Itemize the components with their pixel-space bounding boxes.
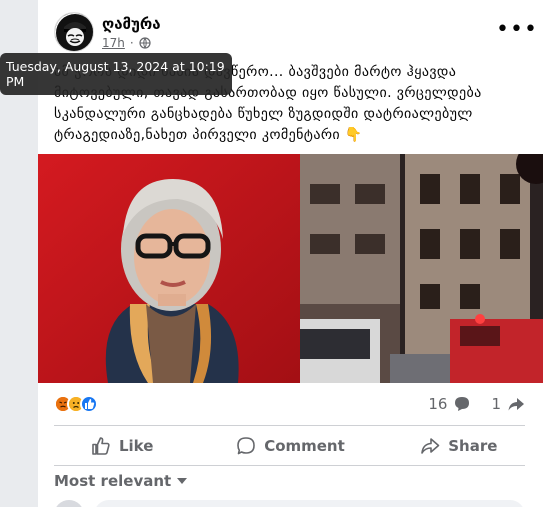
share-arrow-icon bbox=[507, 395, 525, 413]
photo-woman-portrait[interactable] bbox=[38, 154, 300, 383]
comment-count[interactable]: 16 bbox=[428, 395, 447, 413]
thumbs-up-icon bbox=[92, 437, 110, 455]
photo-damaged-building[interactable] bbox=[300, 154, 543, 383]
page-avatar[interactable] bbox=[54, 12, 94, 52]
sort-label: Most relevant bbox=[54, 472, 172, 490]
woman-portrait-illustration bbox=[38, 154, 300, 383]
share-count[interactable]: 1 bbox=[491, 395, 501, 413]
facebook-feed: ღამურა 17h · ••• ამ ჭორს დიდი ხანია დავწ… bbox=[0, 0, 543, 507]
comment-sort-dropdown[interactable]: Most relevant bbox=[54, 472, 188, 490]
post-meta: 17h · bbox=[102, 36, 151, 50]
engagement-counts: 16 1 bbox=[428, 395, 525, 413]
share-label: Share bbox=[448, 437, 498, 455]
like-label: Like bbox=[118, 437, 154, 455]
post-actions: Like Comment Share bbox=[38, 428, 543, 464]
comment-label: Comment bbox=[264, 437, 345, 455]
timestamp-tooltip: Tuesday, August 13, 2024 at 10:19 PM bbox=[0, 53, 232, 95]
share-icon bbox=[421, 438, 440, 454]
post-header: ღამურა 17h · ••• bbox=[54, 12, 537, 56]
actions-top-divider bbox=[54, 425, 525, 426]
building-fire-illustration bbox=[300, 154, 543, 383]
like-reaction-icon bbox=[80, 395, 98, 413]
page-name-link[interactable]: ღამურა bbox=[102, 15, 161, 33]
comment-button[interactable]: Comment bbox=[206, 428, 374, 464]
post-media[interactable] bbox=[38, 154, 543, 383]
anonymous-mask-icon bbox=[55, 13, 93, 51]
comment-icon bbox=[237, 437, 255, 455]
reaction-summary[interactable] bbox=[54, 395, 98, 413]
comment-bubble-icon bbox=[453, 395, 471, 413]
more-options-icon[interactable]: ••• bbox=[496, 18, 537, 42]
meta-separator: · bbox=[129, 36, 134, 50]
globe-icon bbox=[139, 37, 151, 49]
like-button[interactable]: Like bbox=[38, 428, 206, 464]
comment-preview[interactable] bbox=[94, 500, 525, 507]
post-timestamp[interactable]: 17h bbox=[102, 36, 125, 50]
share-button[interactable]: Share bbox=[375, 428, 543, 464]
caret-down-icon bbox=[177, 478, 188, 484]
actions-bottom-divider bbox=[54, 465, 525, 466]
